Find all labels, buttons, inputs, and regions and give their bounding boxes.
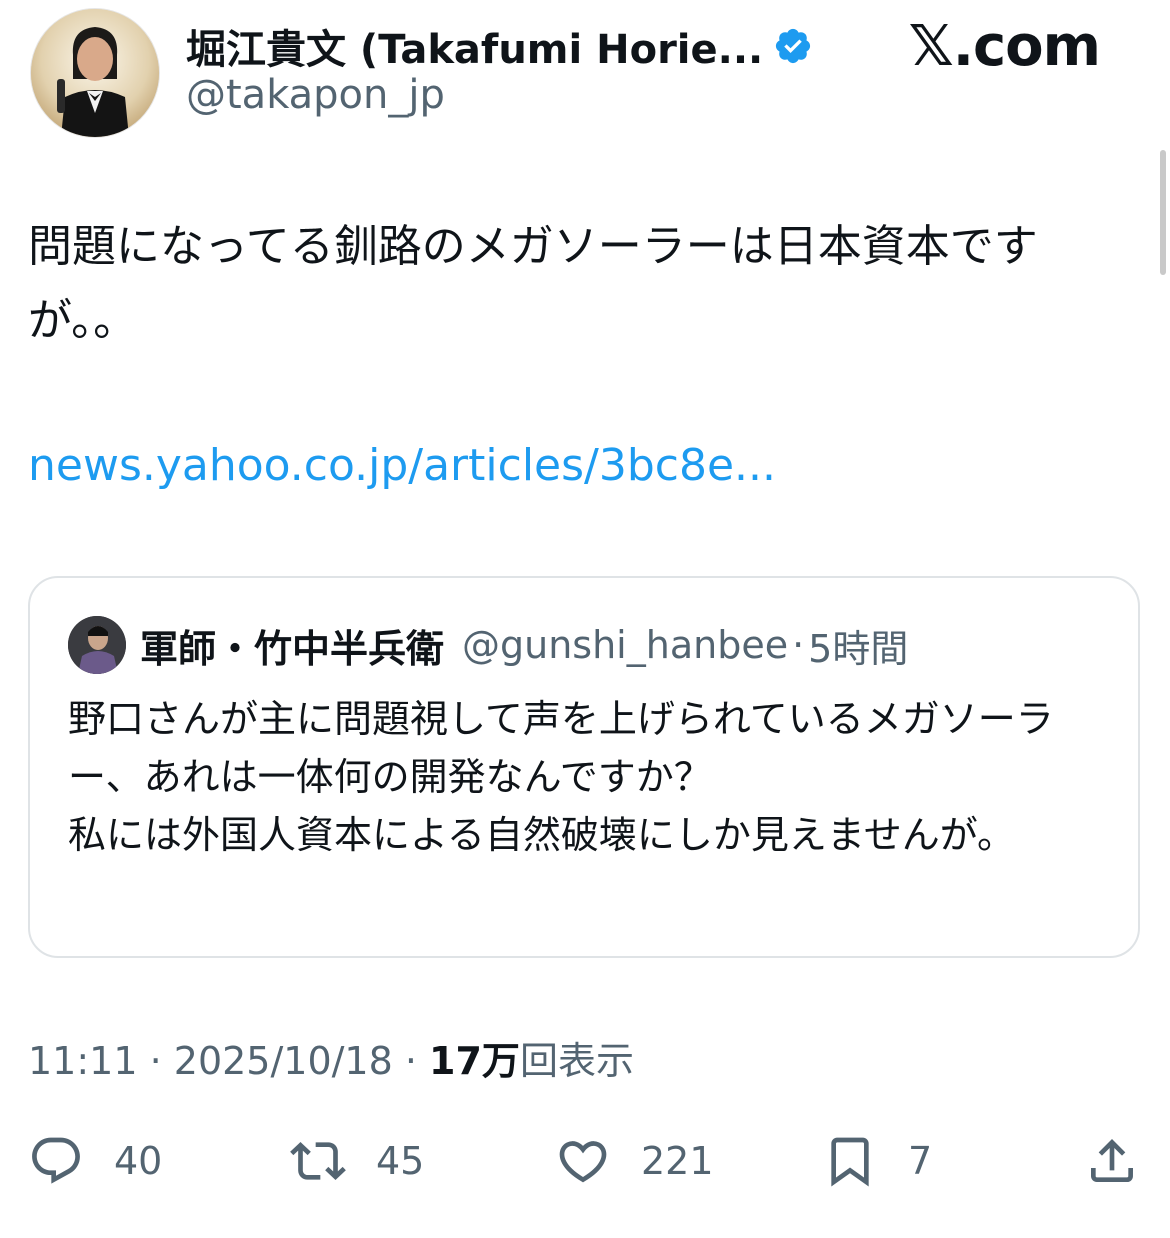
repost-button[interactable]: 45	[290, 1125, 424, 1197]
quote-timestamp[interactable]: 5時間	[808, 618, 908, 673]
author-avatar-image	[31, 9, 159, 137]
quote-author-name[interactable]: 軍師・竹中半兵衛	[140, 618, 444, 673]
like-count: 221	[641, 1139, 714, 1183]
meta-separator: ·	[392, 1039, 430, 1083]
tweet-time[interactable]: 11:11	[28, 1039, 138, 1083]
quote-header: 軍師・竹中半兵衛 @gunshi_hanbee · 5時間	[140, 616, 908, 674]
bookmark-count: 7	[908, 1139, 933, 1183]
quote-author-handle[interactable]: @gunshi_hanbee	[462, 623, 788, 667]
tweet-date[interactable]: 2025/10/18	[174, 1039, 393, 1083]
bookmark-icon	[831, 1137, 869, 1187]
bookmark-button[interactable]: 7	[822, 1125, 932, 1197]
tweet-text: 問題になってる釧路のメガソーラーは日本資本ですが。。	[28, 221, 1038, 346]
author-handle[interactable]: @takapon_jp	[186, 72, 445, 118]
quote-text-line: 私には外国人資本による自然破壊にしか見えませんが。	[68, 813, 1015, 857]
quote-text-line: 野口さんが主に問題視して声を上げられているメガソーラー、あれは一体何の開発なんで…	[68, 697, 1054, 799]
heart-icon	[559, 1141, 607, 1183]
quote-tweet-card[interactable]: 軍師・竹中半兵衛 @gunshi_hanbee · 5時間 野口さんが主に問題視…	[28, 576, 1140, 958]
tweet-meta: 11:11 · 2025/10/18 · 17万回表示	[28, 1030, 634, 1085]
views-count: 17万	[429, 1039, 520, 1083]
quote-text: 野口さんが主に問題視して声を上げられているメガソーラー、あれは一体何の開発なんで…	[68, 690, 1098, 864]
repost-icon	[290, 1142, 346, 1180]
author-name[interactable]: 堀江貴文 (Takafumi Horie...	[186, 17, 763, 75]
quote-separator: ·	[792, 623, 805, 667]
action-bar: 40 45 221 7	[0, 1125, 1170, 1197]
reply-icon	[32, 1137, 80, 1184]
quote-author-avatar[interactable]	[68, 616, 126, 674]
tweet-link[interactable]: news.yahoo.co.jp/articles/3bc8e...	[28, 440, 776, 491]
reply-count: 40	[114, 1139, 163, 1183]
reply-button[interactable]: 40	[28, 1125, 162, 1197]
share-button[interactable]	[1084, 1125, 1140, 1197]
verified-badge-icon	[776, 28, 811, 64]
meta-separator: ·	[137, 1039, 174, 1083]
scrollbar[interactable]	[1160, 150, 1166, 275]
author-avatar[interactable]	[30, 8, 160, 138]
repost-count: 45	[376, 1139, 425, 1183]
like-button[interactable]: 221	[555, 1125, 714, 1197]
author-name-row[interactable]: 堀江貴文 (Takafumi Horie...	[186, 14, 813, 78]
share-icon	[1091, 1139, 1133, 1182]
views-label: 回表示	[519, 1039, 634, 1083]
quote-avatar-image	[68, 616, 126, 674]
x-brand-logo: 𝕏.com	[908, 14, 1101, 79]
